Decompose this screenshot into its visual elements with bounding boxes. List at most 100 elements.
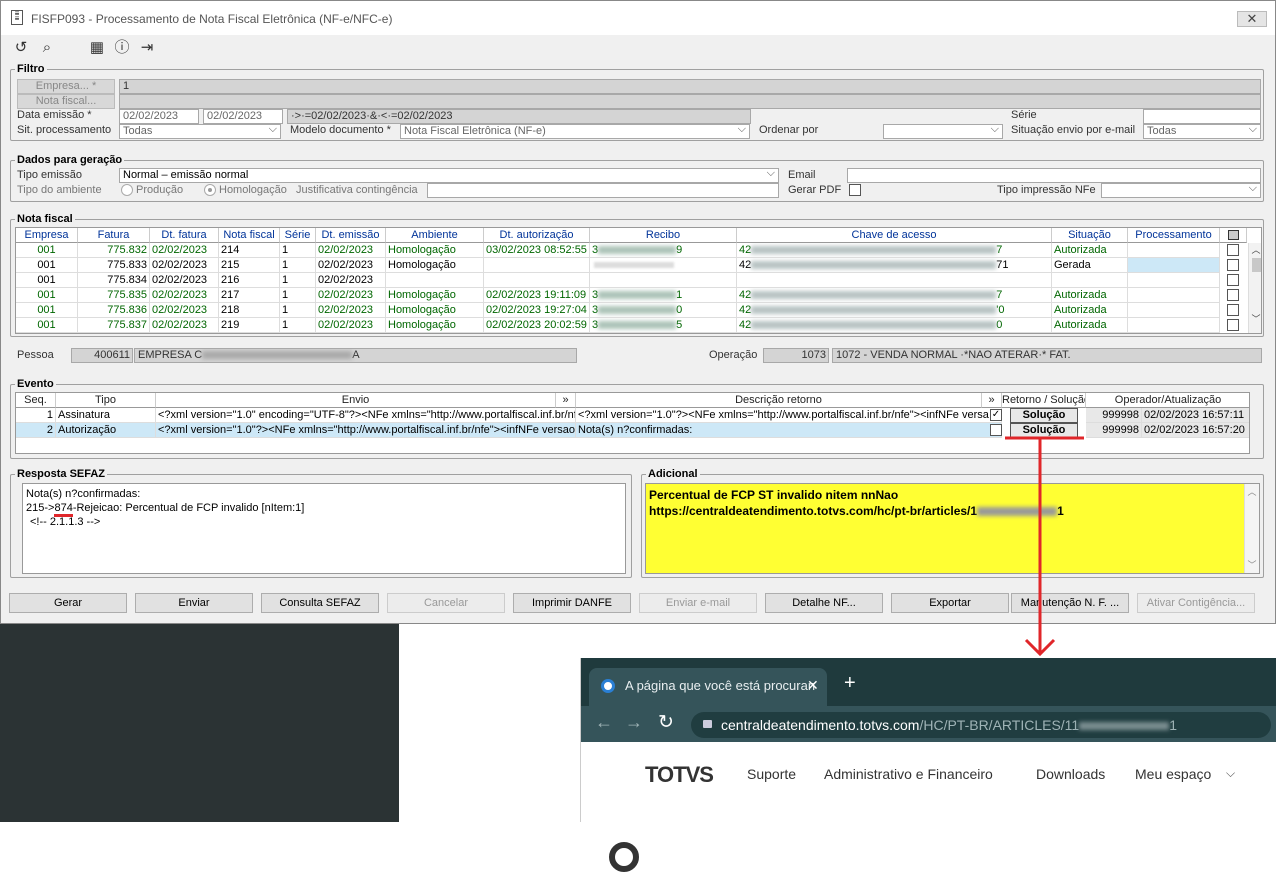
- modelo-documento-select[interactable]: Nota Fiscal Eletrônica (NF-e): [400, 124, 750, 139]
- refresh-icon[interactable]: ↺: [11, 39, 31, 57]
- nota-fiscal-button[interactable]: Nota fiscal...: [17, 94, 115, 109]
- help-icon[interactable]: ⓘ: [112, 39, 132, 57]
- ev-header-envio-expand[interactable]: »: [556, 393, 576, 408]
- nav-suporte[interactable]: Suporte: [747, 766, 796, 782]
- new-tab-icon[interactable]: +: [844, 672, 856, 695]
- header-recibo[interactable]: Recibo: [590, 228, 737, 243]
- row-select-checkbox[interactable]: [1227, 259, 1239, 271]
- back-icon[interactable]: ←: [595, 712, 613, 733]
- empresa-field[interactable]: 1: [119, 79, 1261, 94]
- header-dt-emissao[interactable]: Dt. emissão: [316, 228, 386, 243]
- ev-cell-envio[interactable]: <?xml version="1.0" encoding="UTF-8"?><N…: [156, 408, 576, 423]
- tipo-emissao-select[interactable]: Normal – emissão normal: [119, 168, 779, 183]
- header-situacao[interactable]: Situação: [1052, 228, 1128, 243]
- header-serie[interactable]: Série: [280, 228, 316, 243]
- nav-downloads[interactable]: Downloads: [1036, 766, 1105, 782]
- ordenar-select[interactable]: [883, 124, 1003, 139]
- row-select-checkbox[interactable]: [1227, 304, 1239, 316]
- button-gerar[interactable]: Gerar: [9, 593, 127, 613]
- envio-email-select[interactable]: Todas: [1143, 124, 1261, 139]
- button-ativar-contig-ncia[interactable]: Ativar Contigência...: [1137, 593, 1255, 613]
- exit-icon[interactable]: ⇥: [137, 39, 157, 57]
- pessoa-label: Pessoa: [17, 349, 54, 361]
- calendar-icon[interactable]: ▦: [87, 39, 107, 57]
- sit-processamento-select[interactable]: Todas: [119, 124, 281, 139]
- nf-cell-dt-autorizacao: 02/02/2023 19:27:04: [484, 303, 590, 318]
- data-to-input[interactable]: 02/02/2023: [203, 109, 283, 124]
- ev-cell-retorno[interactable]: <?xml version="1.0"?><NFe xmlns="http://…: [576, 408, 1002, 423]
- header-ambiente[interactable]: Ambiente: [386, 228, 484, 243]
- button-imprimir-danfe[interactable]: Imprimir DANFE: [513, 593, 631, 613]
- email-input[interactable]: [847, 168, 1261, 183]
- header-processamento[interactable]: Processamento: [1128, 228, 1220, 243]
- nf-cell-dt-autorizacao: 02/02/2023 20:02:59: [484, 318, 590, 333]
- row-select-checkbox[interactable]: [1227, 274, 1239, 286]
- row-select-checkbox[interactable]: [1227, 289, 1239, 301]
- nf-cell-chave: 42 0: [737, 318, 1052, 333]
- nf-cell-processamento[interactable]: [1128, 273, 1220, 288]
- nf-cell-ambiente: Homologação: [386, 258, 484, 273]
- nf-cell-empresa: 001: [16, 288, 78, 303]
- browser-tab[interactable]: A página que você está procuran ✕: [589, 668, 827, 706]
- url-input[interactable]: centraldeatendimento.totvs.com/HC/PT-BR/…: [691, 712, 1271, 738]
- button-cancelar[interactable]: Cancelar: [387, 593, 505, 613]
- nav-meu-espaco[interactable]: Meu espaço: [1135, 766, 1211, 782]
- header-dt-autorizacao[interactable]: Dt. autorização: [484, 228, 590, 243]
- adicional-scrollbar[interactable]: ︿ ﹀: [1244, 484, 1259, 573]
- row-select-checkbox[interactable]: [1227, 319, 1239, 331]
- serie-input[interactable]: [1143, 109, 1261, 124]
- nf-cell-fatura: 775.833: [78, 258, 150, 273]
- producao-radio[interactable]: [121, 184, 133, 196]
- button-exportar[interactable]: Exportar: [891, 593, 1009, 613]
- nota-fiscal-field[interactable]: [119, 94, 1261, 109]
- nf-grid-scrollbar[interactable]: ︿ ﹀: [1248, 243, 1261, 333]
- nf-cell-processamento[interactable]: [1128, 288, 1220, 303]
- close-button[interactable]: ✕: [1237, 11, 1267, 27]
- ev-header-tipo[interactable]: Tipo: [56, 393, 156, 408]
- button-consulta-sefaz[interactable]: Consulta SEFAZ: [261, 593, 379, 613]
- data-from-input[interactable]: 02/02/2023: [119, 109, 199, 124]
- nf-cell-recibo: [590, 258, 737, 273]
- search-icon[interactable]: ⌕: [37, 39, 57, 57]
- chevron-down-icon[interactable]: ⌵: [1226, 766, 1235, 781]
- nf-cell-processamento[interactable]: [1128, 318, 1220, 333]
- retorno-checkbox[interactable]: ✓: [990, 409, 1002, 421]
- nf-cell-fatura: 775.835: [78, 288, 150, 303]
- button-detalhe-nf[interactable]: Detalhe NF...: [765, 593, 883, 613]
- row-select-checkbox[interactable]: [1227, 244, 1239, 256]
- ev-header-retorno-solucao[interactable]: Retorno / Solução: [1002, 393, 1086, 408]
- nf-cell-processamento[interactable]: [1128, 258, 1220, 273]
- button-enviar-e-mail[interactable]: Enviar e-mail: [639, 593, 757, 613]
- ev-header-descricao[interactable]: Descrição retorno: [576, 393, 982, 408]
- ev-cell-retorno[interactable]: Nota(s) n?confirmadas:: [576, 423, 1002, 438]
- empresa-button[interactable]: Empresa... *: [17, 79, 115, 94]
- header-dt-fatura[interactable]: Dt. fatura: [150, 228, 219, 243]
- tipo-emissao-label: Tipo emissão: [17, 169, 83, 181]
- ev-header-operador[interactable]: Operador/Atualização: [1086, 393, 1249, 408]
- adicional-text[interactable]: Percentual de FCP ST invalido nitem nnNa…: [645, 483, 1260, 574]
- header-fatura[interactable]: Fatura: [78, 228, 150, 243]
- gerar-pdf-checkbox[interactable]: [849, 184, 861, 196]
- nav-administrativo[interactable]: Administrativo e Financeiro: [824, 766, 993, 782]
- button-enviar[interactable]: Enviar: [135, 593, 253, 613]
- header-nota-fiscal[interactable]: Nota fiscal: [219, 228, 280, 243]
- nf-cell-fatura: 775.832: [78, 243, 150, 258]
- homologacao-radio[interactable]: [204, 184, 216, 196]
- solucao-button[interactable]: Solução: [1010, 408, 1078, 423]
- ev-cell-envio[interactable]: <?xml version="1.0"?><NFe xmlns="http://…: [156, 423, 576, 438]
- ev-header-envio[interactable]: Envio: [156, 393, 556, 408]
- sefaz-response-text[interactable]: Nota(s) n?confirmadas: 215->874-Rejeicao…: [22, 483, 626, 574]
- justificativa-input[interactable]: [427, 183, 779, 198]
- ev-header-descricao-expand[interactable]: »: [982, 393, 1002, 408]
- nota-fiscal-grid[interactable]: Empresa Fatura Dt. fatura Nota fiscal Série D…: [15, 227, 1262, 334]
- tipo-impressao-select[interactable]: [1101, 183, 1261, 198]
- tab-close-icon[interactable]: ✕: [807, 677, 819, 694]
- ev-header-seq[interactable]: Seq.: [16, 393, 56, 408]
- nf-cell-processamento[interactable]: [1128, 303, 1220, 318]
- reload-icon[interactable]: ↻: [658, 711, 674, 734]
- nf-cell-processamento[interactable]: [1128, 243, 1220, 258]
- header-chave[interactable]: Chave de acesso: [737, 228, 1052, 243]
- header-select-all[interactable]: [1220, 228, 1247, 243]
- header-empresa[interactable]: Empresa: [16, 228, 78, 243]
- forward-icon[interactable]: →: [625, 712, 643, 733]
